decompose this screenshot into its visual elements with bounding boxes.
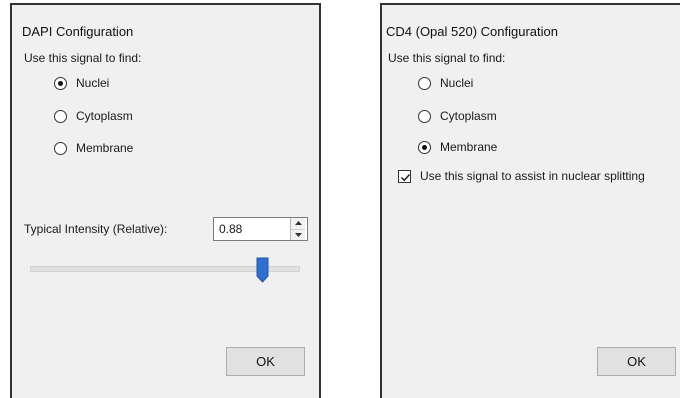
typical-intensity-label: Typical Intensity (Relative): [24, 222, 168, 236]
radio-unchecked-icon [54, 141, 67, 155]
checkmark-icon [400, 173, 411, 181]
intensity-slider[interactable] [30, 257, 300, 285]
slider-thumb[interactable] [256, 257, 269, 283]
radio-checked-icon [54, 76, 67, 90]
radio-label: Membrane [76, 141, 134, 155]
radio-checked-icon [418, 140, 431, 154]
find-prompt-label: Use this signal to find: [24, 51, 142, 65]
radio-label: Nuclei [440, 76, 474, 90]
dapi-configuration-dialog: DAPI Configuration Use this signal to fi… [10, 3, 321, 398]
radio-label: Cytoplasm [76, 109, 133, 123]
spin-up-arrow-icon[interactable] [291, 218, 305, 229]
ok-button[interactable]: OK [226, 347, 305, 376]
checkbox-label: Use this signal to assist in nuclear spl… [420, 169, 645, 183]
radio-cytoplasm[interactable]: Cytoplasm [54, 109, 133, 123]
checkbox-checked-icon [398, 169, 411, 183]
spin-down-arrow-icon[interactable] [291, 228, 305, 240]
radio-membrane[interactable]: Membrane [54, 141, 133, 155]
radio-unchecked-icon [418, 109, 431, 123]
find-prompt-label: Use this signal to find: [388, 51, 506, 65]
radio-unchecked-icon [54, 109, 67, 123]
radio-nuclei[interactable]: Nuclei [418, 76, 473, 90]
radio-label: Nuclei [76, 76, 110, 90]
radio-membrane[interactable]: Membrane [418, 140, 497, 154]
radio-cytoplasm[interactable]: Cytoplasm [418, 109, 497, 123]
stepper-buttons [290, 218, 305, 240]
assist-nuclear-splitting-checkbox[interactable]: Use this signal to assist in nuclear spl… [398, 169, 645, 183]
radio-label: Cytoplasm [440, 109, 497, 123]
intensity-value[interactable]: 0.88 [214, 218, 290, 240]
ok-button[interactable]: OK [597, 347, 676, 376]
dialog-title: CD4 (Opal 520) Configuration [386, 24, 558, 39]
radio-unchecked-icon [418, 76, 431, 90]
intensity-stepper[interactable]: 0.88 [213, 217, 308, 241]
radio-nuclei[interactable]: Nuclei [54, 76, 109, 90]
dialog-title: DAPI Configuration [22, 24, 134, 39]
radio-label: Membrane [440, 140, 498, 154]
cd4-configuration-dialog: CD4 (Opal 520) Configuration Use this si… [380, 3, 680, 398]
